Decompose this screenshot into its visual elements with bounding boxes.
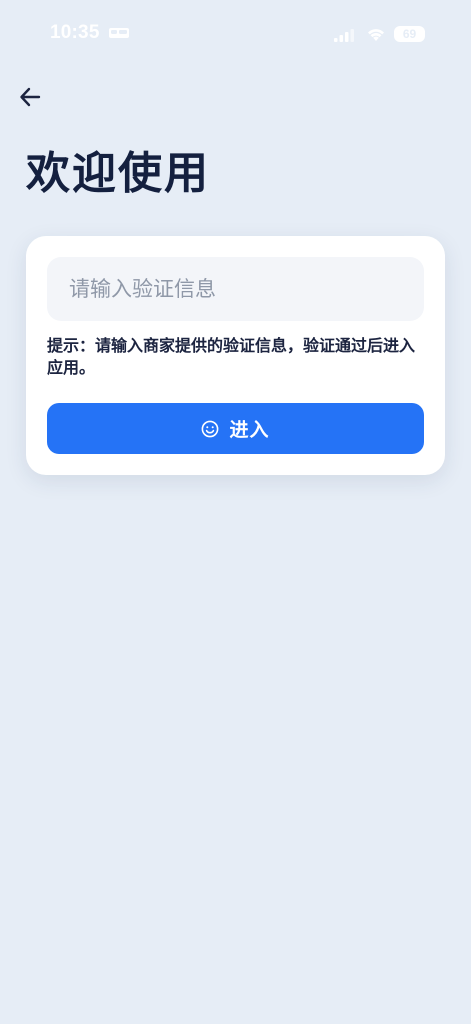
cellular-signal-icon xyxy=(334,29,354,42)
bed-icon xyxy=(109,28,129,38)
back-button[interactable] xyxy=(16,83,46,111)
verification-input[interactable] xyxy=(47,257,424,321)
enter-button[interactable]: 进入 xyxy=(47,403,424,454)
wifi-icon xyxy=(368,29,384,41)
verification-card: 提示：请输入商家提供的验证信息，验证通过后进入应用。 进入 xyxy=(26,236,445,475)
smile-icon xyxy=(202,420,219,437)
status-bar: 10:35 69 xyxy=(0,0,471,70)
status-time: 10:35 xyxy=(50,22,100,43)
arrow-left-icon xyxy=(20,87,41,107)
hint-text: 提示：请输入商家提供的验证信息，验证通过后进入应用。 xyxy=(47,336,416,377)
enter-button-label: 进入 xyxy=(229,419,270,441)
page-title: 欢迎使用 xyxy=(26,148,210,199)
battery-icon: 69 xyxy=(394,26,425,42)
